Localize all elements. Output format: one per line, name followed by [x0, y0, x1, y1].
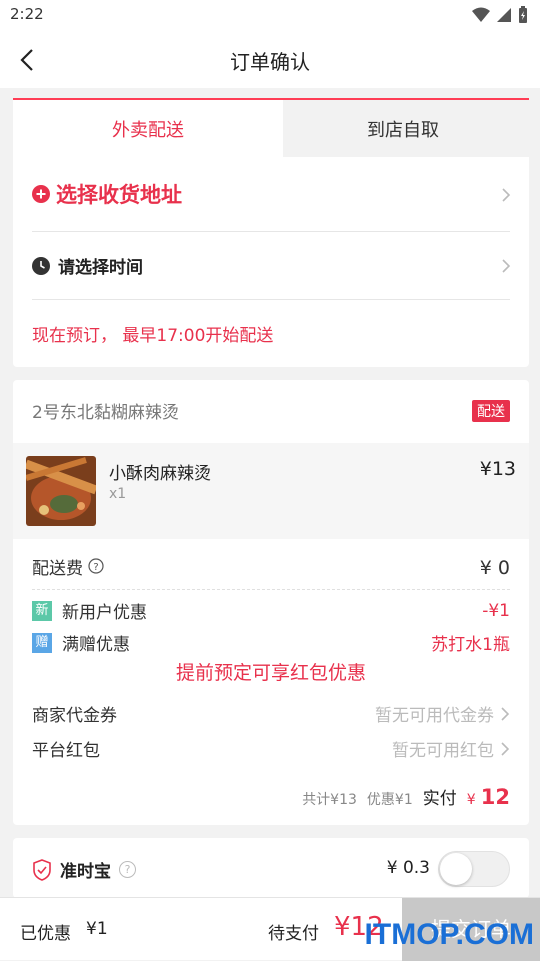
watermark: ITMOP.COM — [364, 918, 534, 951]
delivery-notice-text: 现在预订， 最早17:00开始配送 — [32, 326, 274, 346]
insurance-toggle[interactable] — [438, 851, 510, 887]
gift-value: 苏打水1瓶 — [431, 635, 510, 655]
dashed-divider — [32, 589, 510, 590]
select-address-label: 选择收货地址 — [56, 183, 182, 207]
new-user-badge-icon: 新 — [32, 600, 52, 621]
item-quantity: x1 — [109, 486, 127, 502]
delivery-fee-value: ¥ 0 — [479, 557, 510, 579]
toggle-knob — [440, 853, 472, 885]
plus-circle-icon — [32, 185, 50, 203]
summary-paid-label: 实付 — [422, 789, 457, 809]
clock-icon — [32, 256, 50, 275]
merchant-voucher-label: 商家代金券 — [32, 706, 117, 726]
gift-discount-row: 赠 满赠优惠 苏打水1瓶 — [32, 630, 510, 655]
page-title: 订单确认 — [230, 50, 310, 74]
tab-pickup[interactable]: 到店自取 — [313, 100, 493, 158]
promo-banner: 提前预定可享红包优惠 — [175, 662, 366, 684]
chevron-right-icon — [502, 188, 511, 202]
platform-redpack-label: 平台红包 — [32, 741, 100, 761]
new-user-discount-row: 新 新用户优惠 -¥1 — [32, 598, 510, 623]
shield-icon — [33, 858, 51, 881]
divider — [32, 231, 510, 232]
item-thumbnail — [26, 456, 96, 526]
insurance-price: ¥ 0.3 — [386, 858, 430, 878]
status-time: 2:22 — [10, 5, 44, 23]
summary-currency: ¥ — [466, 792, 476, 808]
summary-discount: 优惠¥1 — [366, 792, 413, 808]
item-name: 小酥肉麻辣烫 — [109, 464, 211, 484]
delivery-badge: 配送 — [472, 400, 510, 422]
order-summary: 共计¥13 优惠¥1 实付 ¥ 12 — [302, 784, 510, 809]
insurance-label: 准时宝 — [60, 862, 111, 882]
shop-card: 2号东北黏糊麻辣烫 配送 小酥肉麻辣烫 x1 ¥13 配送费 ? ¥ 0 新 新… — [13, 380, 529, 825]
discount-value: ¥1 — [86, 919, 108, 939]
status-bar: 2:22 — [0, 0, 540, 30]
svg-text:?: ? — [93, 562, 98, 573]
battery-icon — [519, 6, 527, 23]
chevron-right-icon — [501, 706, 510, 721]
delivery-fee-label: 配送费 — [32, 558, 83, 579]
shop-name: 2号东北黏糊麻辣烫 — [32, 403, 179, 423]
on-time-insurance-card: 准时宝 ? ¥ 0.3 — [13, 838, 529, 898]
wifi-icon — [472, 7, 490, 22]
platform-redpack-row[interactable]: 平台红包 暂无可用红包 — [32, 736, 510, 761]
pending-label: 待支付 — [268, 924, 319, 944]
platform-redpack-value: 暂无可用红包 — [392, 741, 494, 761]
tab-delivery[interactable]: 外卖配送 — [13, 100, 283, 158]
discount-label: 已优惠 — [20, 924, 71, 944]
delivery-fee-row: 配送费 ? ¥ 0 — [32, 553, 510, 579]
gift-badge-icon: 赠 — [32, 632, 52, 653]
address-card: 选择收货地址 请选择时间 现在预订， 最早17:00开始配送 — [13, 157, 529, 367]
chevron-right-icon — [501, 741, 510, 756]
summary-total: 共计¥13 — [302, 792, 357, 808]
merchant-voucher-value: 暂无可用代金券 — [375, 706, 494, 726]
signal-icon — [497, 8, 511, 22]
merchant-voucher-row[interactable]: 商家代金券 暂无可用代金券 — [32, 701, 510, 726]
chevron-right-icon — [502, 259, 511, 273]
delivery-notice: 现在预订， 最早17:00开始配送 — [32, 321, 510, 346]
status-icons — [472, 6, 528, 24]
help-circle-icon[interactable]: ? — [88, 558, 104, 574]
divider — [32, 299, 510, 300]
nav-bar: 订单确认 — [0, 30, 540, 88]
new-user-value: -¥1 — [482, 600, 510, 621]
new-user-label: 新用户优惠 — [62, 603, 147, 623]
order-item: 小酥肉麻辣烫 x1 ¥13 — [13, 443, 529, 539]
gift-label: 满赠优惠 — [62, 635, 130, 655]
insurance-help-icon[interactable]: ? — [119, 861, 136, 878]
item-price: ¥13 — [479, 458, 516, 480]
select-address-row[interactable]: 选择收货地址 — [32, 179, 510, 209]
delivery-tabs: 外卖配送 到店自取 — [13, 100, 529, 158]
select-time-row[interactable]: 请选择时间 — [32, 253, 510, 278]
select-time-label: 请选择时间 — [58, 258, 143, 278]
summary-paid-value: 12 — [480, 785, 510, 809]
